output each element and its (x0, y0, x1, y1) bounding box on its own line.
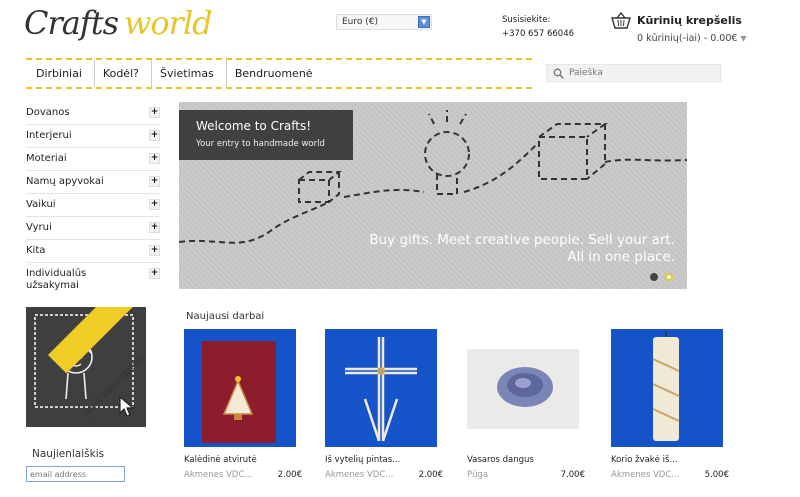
search-icon[interactable] (553, 68, 564, 79)
product-price: 7.00€ (560, 470, 585, 480)
sidebar-item-namu-apyvokai[interactable]: Namų apyvokai + (26, 171, 160, 194)
category-sidebar: Dovanos + Interjerui + Moteriai + Namų a… (26, 102, 160, 297)
nav-item-svietimas[interactable]: Švietimas (150, 60, 226, 87)
expand-icon[interactable]: + (149, 153, 160, 164)
contact-phone: +370 657 66046 (502, 29, 575, 39)
sidebar-item-moteriai[interactable]: Moteriai + (26, 148, 160, 171)
sidebar-item-label: Dovanos (26, 107, 70, 118)
welcome-box: Welcome to Crafts! Your entry to handmad… (179, 110, 353, 160)
basket-icon[interactable] (611, 12, 631, 30)
product-name[interactable]: Kalėdinė atvirutė (184, 455, 257, 465)
expand-icon[interactable]: + (149, 199, 160, 210)
slider-dots (650, 273, 673, 281)
product-seller[interactable]: Akmenes VDC... (184, 470, 252, 480)
search-input[interactable] (569, 66, 717, 80)
product-image-fabric-flower[interactable] (467, 329, 579, 447)
sidebar-item-label: Moteriai (26, 153, 67, 164)
product-image-honeycomb-candle[interactable] (611, 329, 723, 447)
nav-item-bendruomene[interactable]: Bendruomenė (225, 60, 325, 87)
product-image-christmas-card[interactable] (184, 329, 296, 447)
logo-accent-text: world (123, 4, 213, 42)
expand-icon[interactable]: + (149, 268, 160, 279)
sidebar-item-label: Interjerui (26, 130, 72, 141)
cart-summary[interactable]: 0 kūrinių(-iai) - 0.00€ ▼ (637, 33, 747, 44)
sidebar-item-interjerui[interactable]: Interjerui + (26, 125, 160, 148)
banner-caption-line2: All in one place. (567, 249, 675, 265)
banner-caption: Buy gifts. Meet creative people. Sell yo… (369, 232, 675, 266)
product-seller[interactable]: Akmenes VDC... (611, 470, 679, 480)
sidebar-item-dovanos[interactable]: Dovanos + (26, 102, 160, 125)
sidebar-item-label: Namų apyvokai (26, 176, 104, 187)
expand-icon[interactable]: + (149, 107, 160, 118)
newsletter-title: Naujienlaiškis (32, 448, 105, 460)
caret-down-icon[interactable]: ▼ (740, 34, 746, 43)
product-card[interactable]: Vasaros dangus Pūga 7.00€ (467, 329, 585, 480)
cursor-icon (119, 395, 135, 417)
slider-dot-1[interactable] (650, 273, 658, 281)
sidebar-item-individualus-uzsakymai[interactable]: Individualūs užsakymai + (26, 263, 160, 297)
sidebar-item-kita[interactable]: Kita + (26, 240, 160, 263)
product-price: 2.00€ (418, 470, 443, 480)
product-card[interactable]: Iš vytelių pintas... Akmenes VDC... 2.00… (325, 329, 443, 480)
latest-works-title: Naujausi darbai (186, 311, 265, 322)
upload-work-banner[interactable]: Įkelk savo darbą (26, 307, 146, 427)
cart-title[interactable]: Kūrinių krepšelis (637, 14, 742, 27)
sidebar-item-vaikui[interactable]: Vaikui + (26, 194, 160, 217)
contact-info: Susisiekite: +370 657 66046 (502, 13, 574, 41)
nav-item-kodel[interactable]: Kodėl? (93, 60, 151, 87)
search-box (546, 64, 721, 82)
cart-summary-text: 0 kūrinių(-iai) - 0.00€ (637, 33, 738, 44)
product-image-woven-cross[interactable] (325, 329, 437, 447)
banner-caption-line1: Buy gifts. Meet creative people. Sell yo… (369, 232, 675, 248)
product-seller[interactable]: Pūga (467, 470, 488, 480)
expand-icon[interactable]: + (149, 222, 160, 233)
contact-label: Susisiekite: (502, 15, 551, 25)
product-card[interactable]: Kalėdinė atvirutė Akmenes VDC... 2.00€ (184, 329, 302, 480)
product-price: 2.00€ (277, 470, 302, 480)
product-card[interactable]: Korio žvakė iš... Akmenes VDC... 5.00€ (611, 329, 729, 480)
logo[interactable]: Crafts world (24, 4, 213, 42)
expand-icon[interactable]: + (149, 130, 160, 141)
product-name[interactable]: Korio žvakė iš... (611, 455, 678, 465)
currency-select[interactable]: Euro (€) ▼ (336, 14, 432, 30)
expand-icon[interactable]: + (149, 176, 160, 187)
sidebar-item-vyrui[interactable]: Vyrui + (26, 217, 160, 240)
banner-subtitle: Your entry to handmade world (196, 139, 325, 149)
sidebar-item-label: Kita (26, 245, 46, 256)
main-nav: Dirbiniai Kodėl? Švietimas Bendruomenė (26, 58, 532, 89)
logo-main-text: Crafts (24, 4, 119, 42)
product-seller[interactable]: Akmenes VDC... (325, 470, 393, 480)
sidebar-item-label: Individualūs užsakymai (26, 268, 87, 291)
sidebar-item-label: Vyrui (26, 222, 52, 233)
chevron-down-icon[interactable]: ▼ (418, 16, 430, 28)
product-price: 5.00€ (704, 470, 729, 480)
banner-title: Welcome to Crafts! (196, 119, 312, 133)
product-name[interactable]: Vasaros dangus (467, 455, 534, 465)
nav-item-dirbiniai[interactable]: Dirbiniai (36, 60, 94, 87)
currency-value: Euro (€) (342, 17, 379, 27)
sidebar-item-label: Vaikui (26, 199, 56, 210)
newsletter-email-field[interactable] (26, 466, 125, 482)
product-name[interactable]: Iš vytelių pintas... (325, 455, 400, 465)
hero-slider[interactable]: Welcome to Crafts! Your entry to handmad… (179, 102, 687, 289)
slider-dot-2[interactable] (665, 273, 673, 281)
expand-icon[interactable]: + (149, 245, 160, 256)
